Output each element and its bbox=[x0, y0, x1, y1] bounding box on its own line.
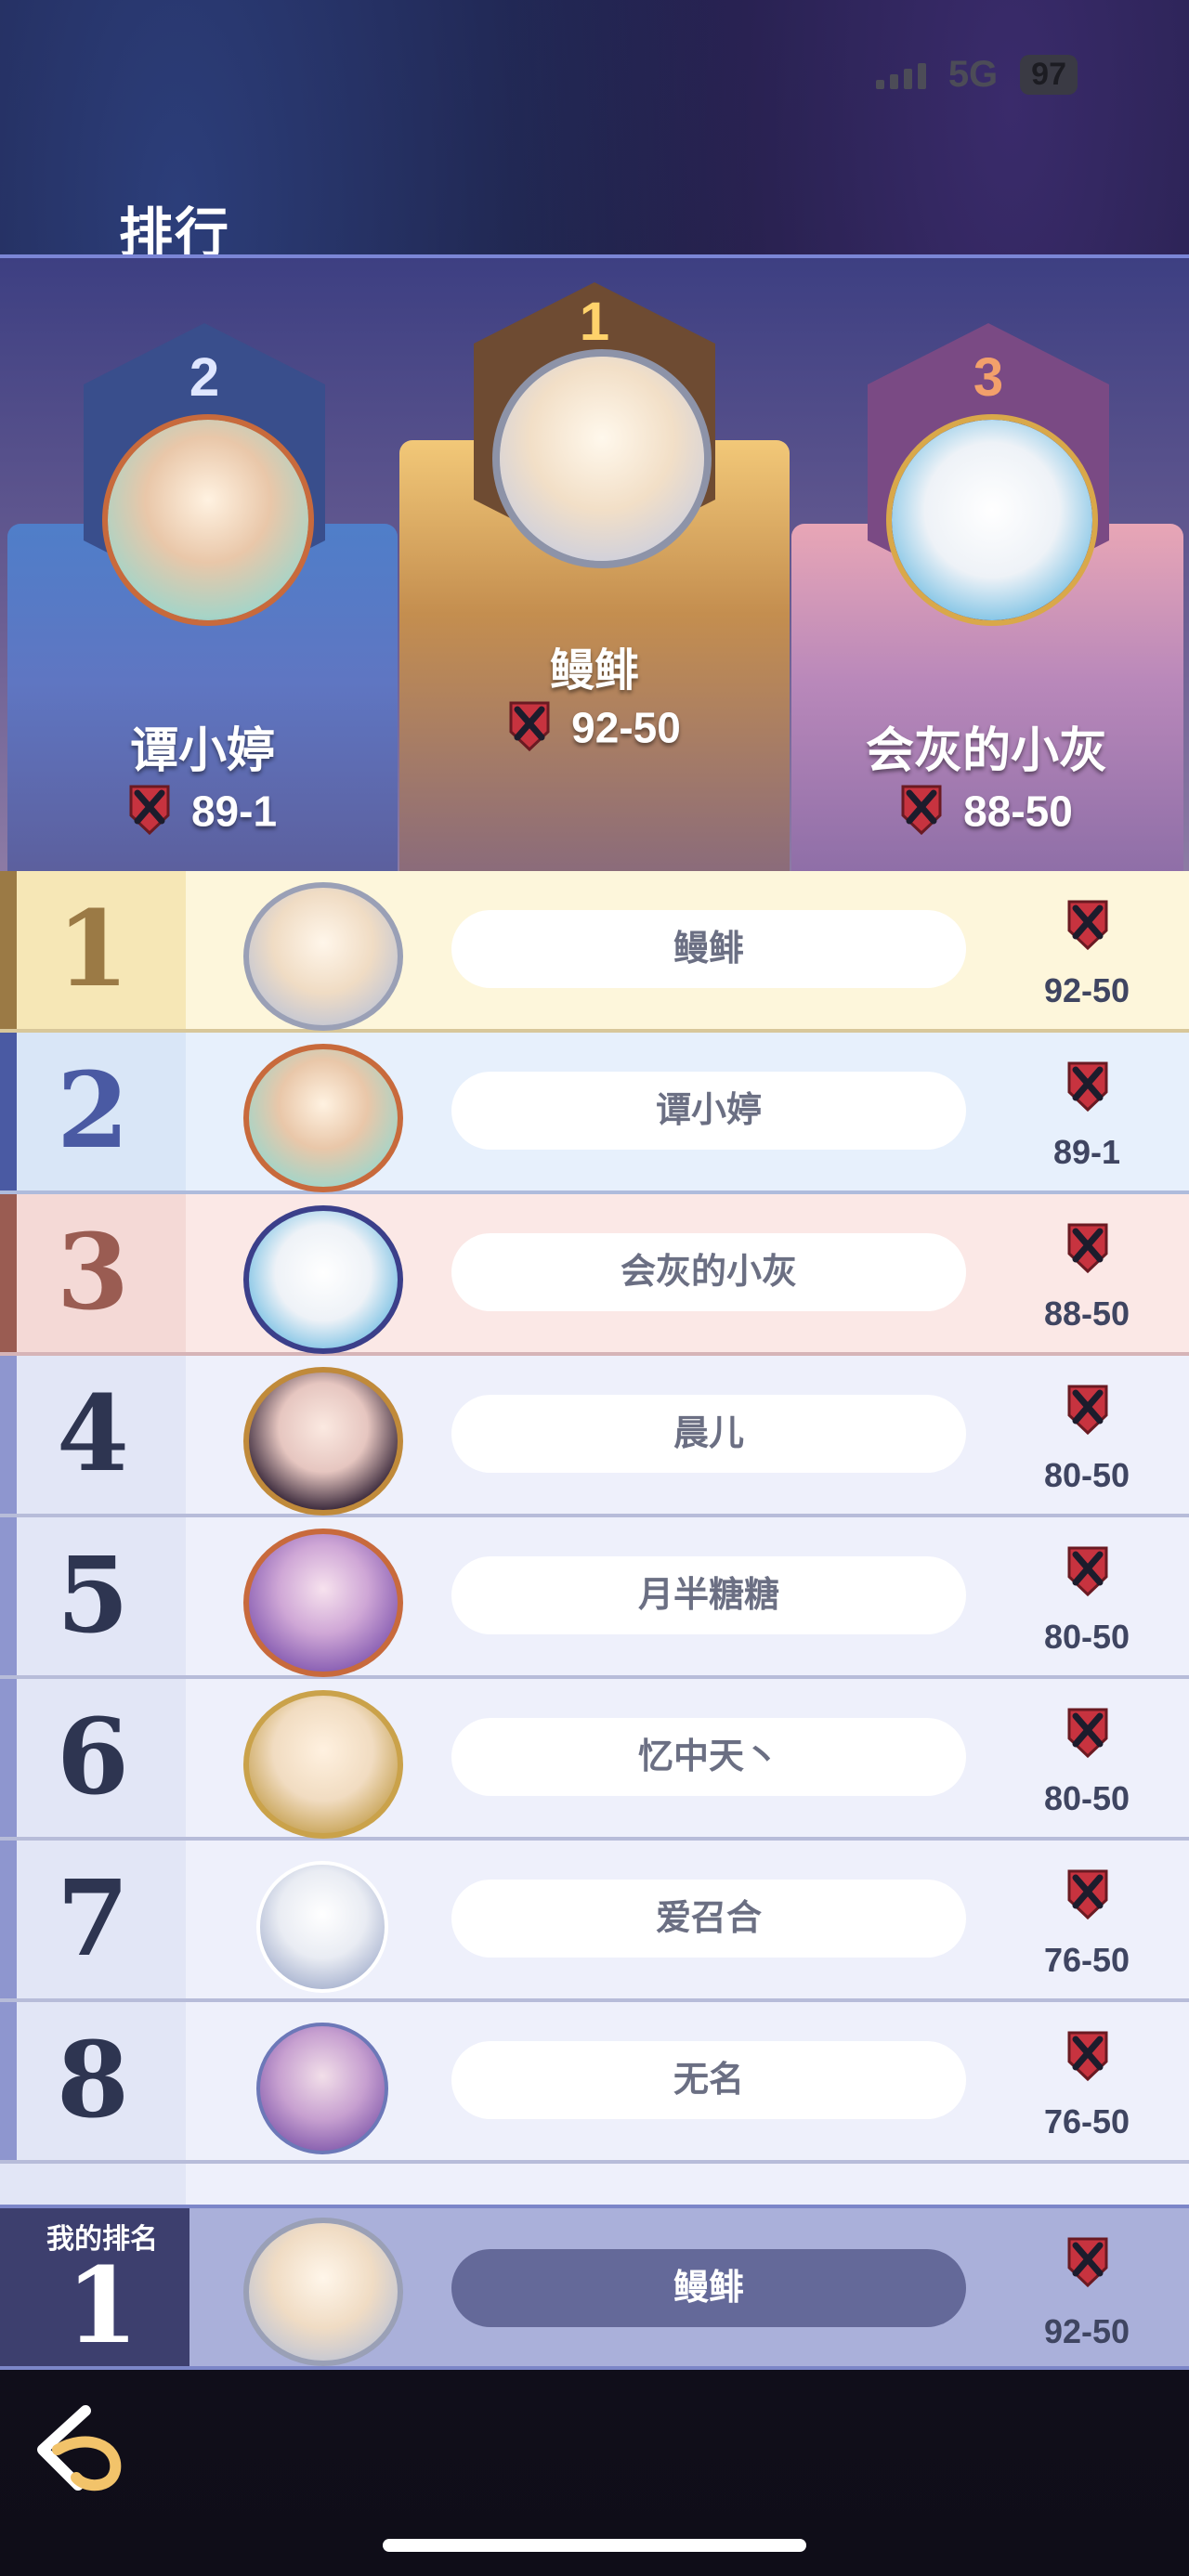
podium-first-name: 鳗鲱 bbox=[549, 646, 639, 696]
podium-third-score-text: 88-50 bbox=[963, 787, 1073, 836]
rank-number: 4 bbox=[57, 1373, 129, 1495]
crossed-swords-shield-icon bbox=[1066, 1868, 1109, 1925]
table-row[interactable]: 5 月半糖糖 80-50 bbox=[0, 1517, 1189, 1679]
player-name: 忆中天丶 bbox=[451, 1718, 966, 1796]
crossed-swords-shield-icon bbox=[1066, 1384, 1109, 1440]
crossed-swords-shield-icon bbox=[1066, 1545, 1109, 1602]
table-row[interactable]: 6 忆中天丶 80-50 bbox=[0, 1679, 1189, 1841]
player-score: 88-50 bbox=[1043, 1295, 1130, 1333]
player-score: 80-50 bbox=[1043, 1779, 1130, 1817]
table-row[interactable]: 1 鳗鲱 92-50 bbox=[0, 871, 1189, 1033]
status-bar: 5G 97 bbox=[875, 54, 1078, 96]
rank-number: 8 bbox=[57, 2020, 129, 2141]
podium-first-score: 92-50 bbox=[399, 700, 790, 762]
signal-icon bbox=[875, 61, 926, 89]
player-score: 80-50 bbox=[1043, 1618, 1130, 1656]
crossed-swords-shield-icon bbox=[508, 700, 551, 762]
player-name: 无名 bbox=[451, 2041, 966, 2119]
avatar[interactable] bbox=[256, 2023, 388, 2154]
player-score: 92-50 bbox=[1043, 971, 1130, 1009]
table-row[interactable] bbox=[0, 2164, 1189, 2205]
rank-cell bbox=[0, 2164, 186, 2205]
crossed-swords-shield-icon bbox=[1066, 2236, 1109, 2293]
table-row[interactable]: 2 谭小婷 89-1 bbox=[0, 1033, 1189, 1194]
home-indicator[interactable] bbox=[383, 2539, 806, 2552]
player-name: 鳗鲱 bbox=[451, 910, 966, 988]
rank-number: 3 bbox=[57, 1212, 129, 1334]
table-row[interactable]: 8 无名 76-50 bbox=[0, 2002, 1189, 2164]
player-name: 爱召合 bbox=[451, 1880, 966, 1958]
avatar[interactable] bbox=[243, 1367, 403, 1516]
player-score: 76-50 bbox=[1043, 1941, 1130, 1979]
table-row[interactable]: 7 爱召合 76-50 bbox=[0, 1841, 1189, 2002]
crossed-swords-shield-icon bbox=[1066, 1707, 1109, 1763]
crossed-swords-shield-icon bbox=[1066, 899, 1109, 956]
podium-second-score-text: 89-1 bbox=[190, 787, 278, 836]
crossed-swords-shield-icon bbox=[128, 784, 171, 846]
crossed-swords-shield-icon bbox=[1066, 2030, 1109, 2087]
avatar[interactable] bbox=[243, 1044, 403, 1192]
player-name: 谭小婷 bbox=[451, 1072, 966, 1150]
player-name: 会灰的小灰 bbox=[451, 1233, 966, 1311]
my-rank-number: 1 bbox=[66, 2245, 138, 2367]
podium-third-name: 会灰的小灰 bbox=[865, 724, 1107, 778]
rank-number: 5 bbox=[57, 1535, 129, 1657]
podium-first-score-text: 92-50 bbox=[571, 703, 681, 752]
my-avatar[interactable] bbox=[243, 2218, 403, 2366]
player-name: 月半糖糖 bbox=[451, 1556, 966, 1634]
crossed-swords-shield-icon bbox=[1066, 1222, 1109, 1279]
crossed-swords-shield-icon bbox=[1066, 1060, 1109, 1117]
my-rank-bar[interactable]: 我的排名 1 鳗鲱 92-50 bbox=[0, 2205, 1189, 2370]
rank-number: 2 bbox=[57, 1050, 129, 1172]
rank-number: 1 bbox=[57, 889, 129, 1010]
crossed-swords-shield-icon bbox=[900, 784, 943, 846]
player-score: 89-1 bbox=[1052, 1133, 1121, 1171]
podium-second-name: 谭小婷 bbox=[129, 724, 275, 778]
table-row[interactable]: 3 会灰的小灰 88-50 bbox=[0, 1194, 1189, 1356]
podium-third-score: 88-50 bbox=[791, 784, 1182, 846]
player-name: 晨儿 bbox=[451, 1395, 966, 1473]
avatar[interactable] bbox=[243, 1205, 403, 1354]
rank-badge-2: 2 bbox=[189, 347, 220, 408]
player-score: 76-50 bbox=[1043, 2102, 1130, 2140]
avatar[interactable] bbox=[243, 882, 403, 1031]
avatar[interactable] bbox=[243, 1529, 403, 1677]
avatar[interactable] bbox=[243, 1690, 403, 1839]
podium-first-avatar[interactable] bbox=[492, 349, 712, 568]
player-score: 80-50 bbox=[1043, 1456, 1130, 1494]
podium-third-avatar[interactable] bbox=[886, 414, 1098, 626]
podium: 2 谭小婷 89-1 1 鳗鲱 92-50 3 会灰的小灰 88-50 bbox=[0, 254, 1189, 875]
battery-indicator: 97 bbox=[1020, 55, 1078, 95]
back-arrow-icon[interactable] bbox=[30, 2396, 132, 2498]
rank-number: 7 bbox=[57, 1858, 129, 1980]
podium-second-avatar[interactable] bbox=[102, 414, 314, 626]
avatar[interactable] bbox=[256, 1861, 388, 1993]
rank-badge-3: 3 bbox=[973, 347, 1004, 408]
table-row[interactable]: 4 晨儿 80-50 bbox=[0, 1356, 1189, 1517]
my-player-name: 鳗鲱 bbox=[451, 2249, 966, 2327]
podium-second-score: 89-1 bbox=[7, 784, 398, 846]
rank-number: 6 bbox=[57, 1697, 129, 1818]
network-label: 5G bbox=[947, 54, 999, 95]
rank-badge-1: 1 bbox=[579, 292, 610, 352]
my-player-score: 92-50 bbox=[1043, 2312, 1130, 2350]
